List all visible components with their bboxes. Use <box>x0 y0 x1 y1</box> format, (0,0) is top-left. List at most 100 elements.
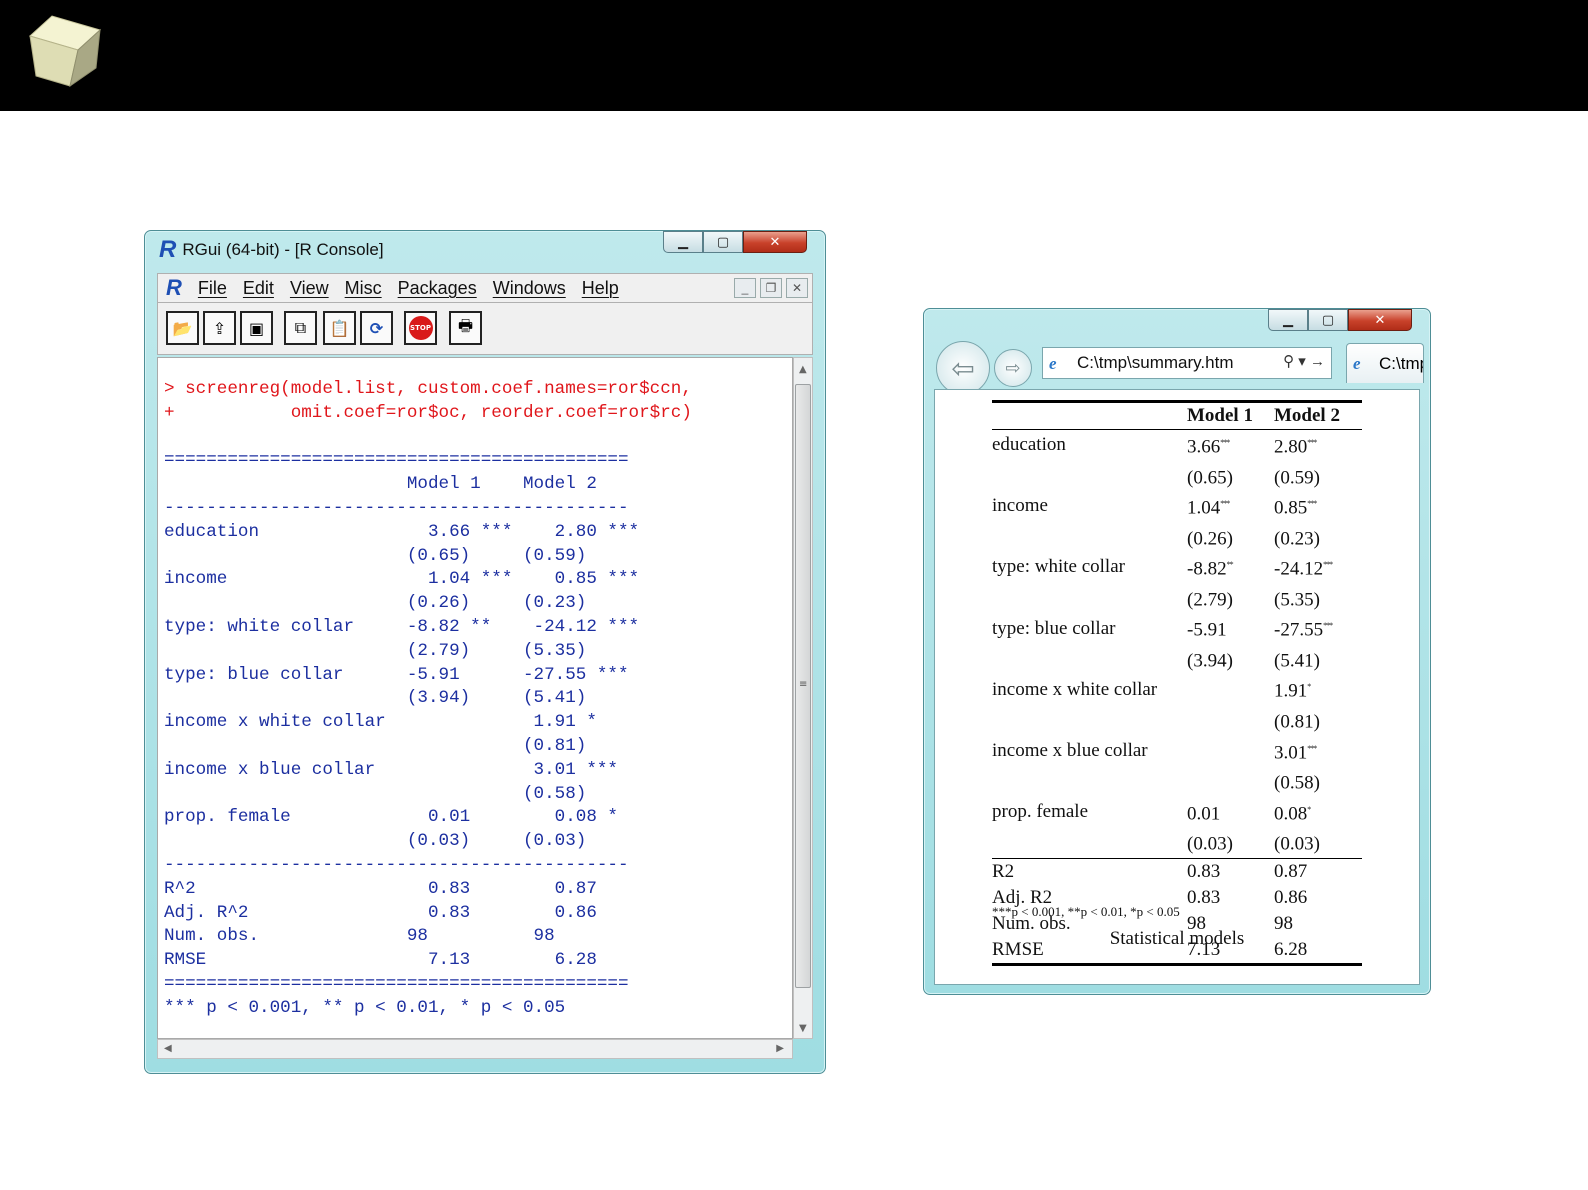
model-2-cell: (0.03) <box>1274 827 1362 858</box>
open-script-button[interactable]: 📂 <box>166 311 199 345</box>
menu-windows[interactable]: Windows <box>493 278 566 299</box>
gof-label: R2 <box>992 857 1187 885</box>
go-arrow-icon[interactable]: → <box>1310 353 1325 370</box>
scroll-thumb[interactable]: ≡ <box>795 384 811 988</box>
model-1-cell <box>1187 736 1274 767</box>
r-console[interactable]: > screenreg(model.list, custom.coef.name… <box>157 357 793 1039</box>
address-text: C:\tmp\summary.htm <box>1077 353 1234 372</box>
scroll-left-icon[interactable]: ◀ <box>164 1043 172 1054</box>
table-row: (3.94) (5.41) <box>992 644 1362 675</box>
row-label <box>992 644 1187 675</box>
cell-value: 0.86 <box>1274 886 1308 908</box>
console-output-line: Model 1 Model 2 <box>164 474 597 495</box>
menu-view[interactable]: View <box>290 278 329 299</box>
cell-value: 2.80 <box>1274 436 1308 458</box>
menu-packages[interactable]: Packages <box>398 278 477 299</box>
copy-icon: ⧉ <box>294 318 307 337</box>
model-2-cell: -24.12*** <box>1274 552 1362 583</box>
significance-note: ***p < 0.001, **p < 0.01, *p < 0.05 <box>992 904 1180 919</box>
cell-value: -27.55 <box>1274 619 1324 641</box>
row-label: type: blue collar <box>992 613 1187 644</box>
console-output-line: Num. obs. 98 98 <box>164 926 555 947</box>
browser-caption-buttons: ▁ ▢ ✕ <box>1268 309 1412 331</box>
significance-stars: *** <box>1307 743 1317 753</box>
console-output-line: prop. female 0.01 0.08 * <box>164 807 618 828</box>
cell-value: 0.83 <box>1187 860 1221 882</box>
stop-button[interactable]: STOP <box>404 311 437 345</box>
model-1-cell: 0.83 <box>1187 885 1274 911</box>
header-model-1: Model 1 <box>1187 399 1274 431</box>
model-1-cell: (2.79) <box>1187 583 1274 614</box>
address-bar[interactable]: e C:\tmp\summary.htm ⚲ ▾ → <box>1042 347 1332 379</box>
menu-edit[interactable]: Edit <box>243 278 274 299</box>
cell-value: 1.91 <box>1274 680 1308 702</box>
significance-stars: ** <box>1226 560 1234 570</box>
save-button[interactable]: ▣ <box>240 311 273 345</box>
significance-stars: *** <box>1323 560 1333 570</box>
model-1-cell: 1.04*** <box>1187 491 1274 522</box>
model-1-cell: (0.65) <box>1187 461 1274 492</box>
model-1-cell <box>1187 766 1274 797</box>
search-icon[interactable]: ⚲ <box>1283 353 1294 370</box>
navigation-bar: ⇦ ⇨ e C:\tmp\summary.htm ⚲ ▾ → e C:\tmp <box>934 339 1424 395</box>
menu-misc[interactable]: Misc <box>345 278 382 299</box>
significance-stars: * <box>1307 682 1311 692</box>
refresh-button[interactable]: ⟳ <box>360 311 393 345</box>
mdi-restore-button[interactable]: ❐ <box>760 278 782 298</box>
print-button[interactable]: 🖶 <box>449 311 482 345</box>
web-page: Model 1 Model 2 education 3.66*** 2.80***(… <box>934 389 1420 985</box>
row-label: type: white collar <box>992 552 1187 583</box>
model-1-cell <box>1187 674 1274 705</box>
mdi-controls: _ ❐ ✕ <box>734 278 808 298</box>
row-label: prop. female <box>992 797 1187 828</box>
load-workspace-button[interactable]: ⇪ <box>203 311 236 345</box>
cell-value: R2 <box>992 860 1015 882</box>
paste-button[interactable]: 📋 <box>323 311 356 345</box>
table-header-row: Model 1 Model 2 <box>992 399 1362 431</box>
console-output-line: income x white collar 1.91 * <box>164 712 597 733</box>
significance-stars: *** <box>1307 499 1317 509</box>
model-2-cell: 0.08* <box>1274 797 1362 828</box>
cell-value: (0.03) <box>1187 833 1233 855</box>
back-arrow-icon: ⇦ <box>951 351 975 385</box>
model-2-cell: 0.87 <box>1274 857 1362 885</box>
console-output-line: ----------------------------------------… <box>164 497 629 518</box>
console-output-line: RMSE 7.13 6.28 <box>164 950 597 971</box>
cell-value: (5.35) <box>1274 589 1320 611</box>
console-output-line: type: white collar -8.82 ** -24.12 *** <box>164 616 640 637</box>
browser-close-button[interactable]: ✕ <box>1348 309 1412 331</box>
menu-file[interactable]: File <box>198 278 227 299</box>
scroll-down-icon[interactable]: ▼ <box>799 1023 807 1034</box>
mdi-minimize-button[interactable]: _ <box>734 278 756 298</box>
cell-value: type: blue collar <box>992 617 1116 639</box>
scroll-up-icon[interactable]: ▲ <box>799 364 807 375</box>
dropdown-icon[interactable]: ▾ <box>1298 353 1306 370</box>
model-2-cell: 3.01*** <box>1274 736 1362 767</box>
vertical-scrollbar[interactable]: ▲ ≡ ▼ <box>793 357 813 1039</box>
horizontal-scrollbar[interactable]: ◀ ▶ <box>157 1039 793 1059</box>
cell-value: (5.41) <box>1274 650 1320 672</box>
rgui-titlebar: R RGui (64-bit) - [R Console] <box>159 238 384 262</box>
console-output-line: ----------------------------------------… <box>164 854 629 875</box>
minimize-button[interactable]: ▁ <box>663 231 703 253</box>
paste-icon: 📋 <box>329 318 350 338</box>
scroll-right-icon[interactable]: ▶ <box>776 1043 784 1054</box>
mdi-close-button[interactable]: ✕ <box>786 278 808 298</box>
cell-value: type: white collar <box>992 556 1125 578</box>
forward-button[interactable]: ⇨ <box>994 349 1032 387</box>
copy-button[interactable]: ⧉ <box>284 311 317 345</box>
header-model-2: Model 2 <box>1274 399 1362 431</box>
back-button[interactable]: ⇦ <box>936 341 990 395</box>
close-button[interactable]: ✕ <box>743 231 807 253</box>
rgui-caption-buttons: ▁ ▢ ✕ <box>663 231 807 253</box>
model-1-cell <box>1187 705 1274 736</box>
maximize-button[interactable]: ▢ <box>703 231 743 253</box>
model-2-cell: (0.23) <box>1274 522 1362 553</box>
console-command-line: + omit.coef=ror$oc, reorder.coef=ror$rc) <box>164 402 692 423</box>
browser-minimize-button[interactable]: ▁ <box>1268 309 1308 331</box>
browser-maximize-button[interactable]: ▢ <box>1308 309 1348 331</box>
browser-tab[interactable]: e C:\tmp <box>1346 343 1424 383</box>
menu-help[interactable]: Help <box>582 278 619 299</box>
ie-page-icon: e <box>1049 354 1057 373</box>
console-output-line: (0.81) <box>164 735 587 756</box>
